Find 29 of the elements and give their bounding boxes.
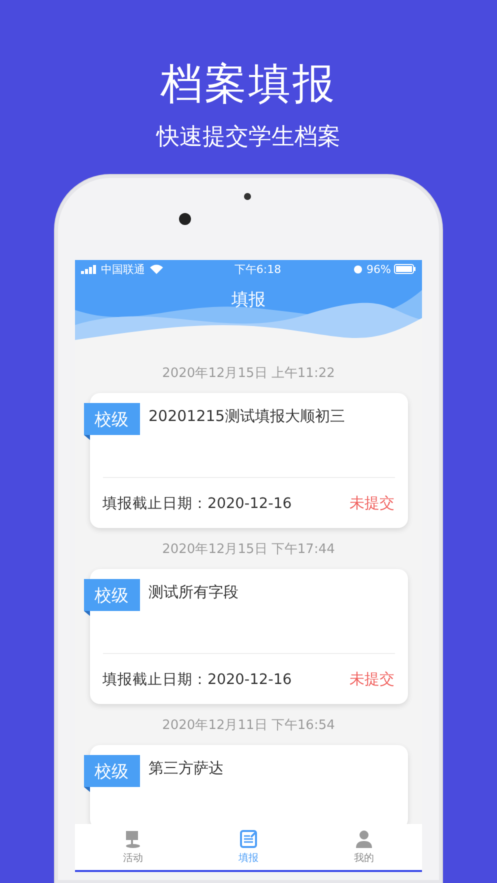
form-icon [238,829,258,849]
entry-date: 2020年12月15日 上午11:22 [162,365,335,382]
form-title: 第三方萨达 [148,759,224,778]
speaker-icon [244,193,251,200]
tab-item[interactable]: 我的 [306,824,422,870]
status-text: 未提交 [350,494,394,512]
signal-icon [81,264,97,274]
tag-fold [84,787,90,792]
clock-time: 下午6:18 [234,262,282,276]
wifi-icon [150,264,163,274]
tab-item[interactable]: 活动 [75,824,191,870]
status-text: 未提交 [350,670,394,688]
subtitle: 快速提交学生档案 [156,123,340,152]
battery-icon [394,264,416,274]
page-title: 填报 [232,289,266,311]
entry-date: 2020年12月15日 下午17:44 [162,541,335,558]
headline: 档案填报 [160,58,336,110]
battery-percent: 96% [366,262,391,276]
form-title: 测试所有字段 [148,583,238,602]
camera-icon [179,213,191,225]
deadline-text: 填报截止日期：2020-12-16 [102,494,292,512]
form-title: 20201215测试填报大顺初三 [148,407,345,426]
deadline-text: 填报截止日期：2020-12-16 [102,670,292,688]
tag-fold [84,435,90,440]
entry-date: 2020年12月11日 下午16:54 [162,717,335,734]
user-icon [354,829,374,849]
alarm-icon [352,264,363,274]
tag-fold [84,611,90,616]
carrier-name: 中国联通 [101,262,145,276]
